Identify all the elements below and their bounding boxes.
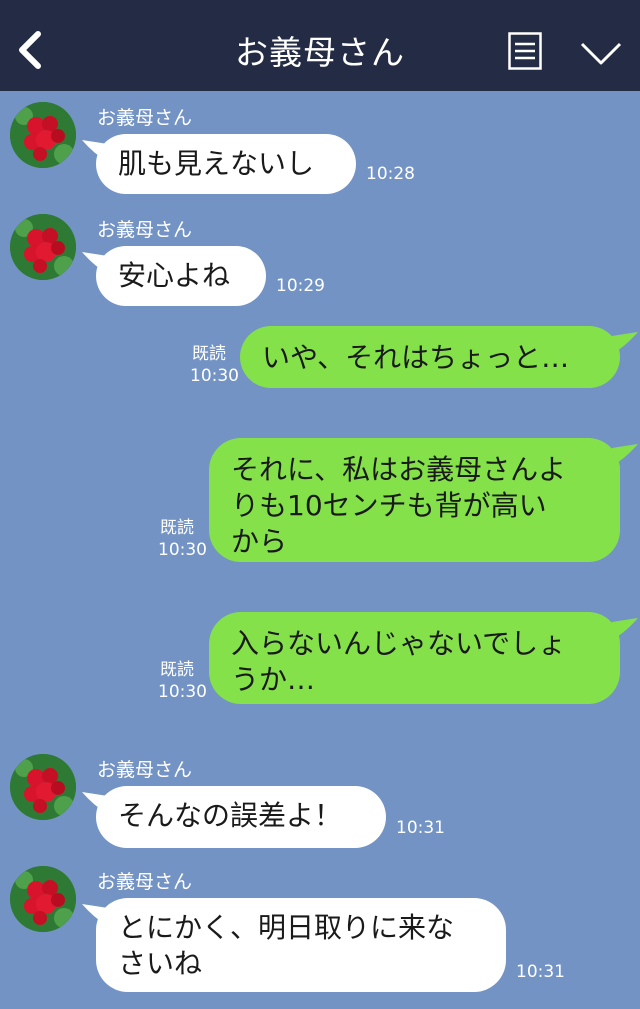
rose-avatar-icon: [10, 214, 76, 280]
bubble-tail: [612, 444, 638, 466]
sender-name: お義母さん: [97, 871, 193, 893]
list-icon[interactable]: [508, 32, 542, 70]
message-time: 10:31: [396, 818, 445, 838]
message-bubble[interactable]: そんなの誤差よ！: [96, 786, 386, 848]
message-bubble[interactable]: それに、私はお義母さんよ りも10センチも背が高い から: [209, 438, 620, 562]
message-line: とにかく、明日取りに来な: [118, 911, 455, 944]
sender-name: お義母さん: [97, 759, 193, 781]
message-bubble[interactable]: とにかく、明日取りに来な さいね: [96, 898, 506, 992]
message-bubble[interactable]: 安心よね: [96, 246, 266, 306]
message-bubble[interactable]: 肌も見えないし: [96, 134, 356, 194]
message-time: 10:31: [516, 962, 565, 982]
message-row: 既読 10:30 それに、私はお義母さんよ りも10センチも背が高い から: [0, 436, 640, 566]
message-line: うか…: [231, 663, 316, 696]
read-receipt: 既読: [160, 660, 194, 680]
avatar[interactable]: [10, 214, 76, 280]
message-line: さいね: [118, 947, 203, 980]
chat-title: お義母さん: [235, 33, 405, 72]
read-receipt: 既読: [160, 518, 194, 538]
message-line: りも10センチも背が高い: [231, 489, 547, 522]
message-time: 10:30: [190, 366, 239, 386]
chevron-down-icon[interactable]: [580, 40, 622, 68]
message-time: 10:30: [158, 540, 207, 560]
avatar[interactable]: [10, 866, 76, 932]
message-time: 10:30: [158, 682, 207, 702]
sender-name: お義母さん: [97, 107, 193, 129]
bubble-tail: [612, 332, 638, 354]
message-row: お義母さん 肌も見えないし 10:28: [0, 100, 640, 200]
avatar[interactable]: [10, 754, 76, 820]
message-row: 既読 10:30 入らないんじゃないでしょ うか…: [0, 610, 640, 710]
message-line: それに、私はお義母さんよ: [231, 453, 567, 486]
read-receipt: 既読: [192, 344, 226, 364]
rose-avatar-icon: [10, 102, 76, 168]
sender-name: お義母さん: [97, 219, 193, 241]
message-row: お義母さん そんなの誤差よ！ 10:31: [0, 754, 640, 854]
message-row: お義母さん 安心よね 10:29: [0, 212, 640, 312]
message-time: 10:28: [366, 164, 415, 184]
avatar[interactable]: [10, 102, 76, 168]
message-row: 既読 10:30 いや、それはちょっと…: [0, 324, 640, 390]
chat-header: お義母さん: [0, 0, 640, 91]
rose-avatar-icon: [10, 866, 76, 932]
message-line: から: [231, 525, 288, 558]
rose-avatar-icon: [10, 754, 76, 820]
message-row: お義母さん とにかく、明日取りに来な さいね 10:31: [0, 866, 640, 1006]
message-time: 10:29: [276, 276, 325, 296]
message-bubble[interactable]: 入らないんじゃないでしょ うか…: [209, 612, 620, 704]
bubble-tail: [612, 618, 638, 640]
message-bubble[interactable]: いや、それはちょっと…: [240, 326, 620, 388]
message-line: 入らないんじゃないでしょ: [231, 627, 567, 660]
